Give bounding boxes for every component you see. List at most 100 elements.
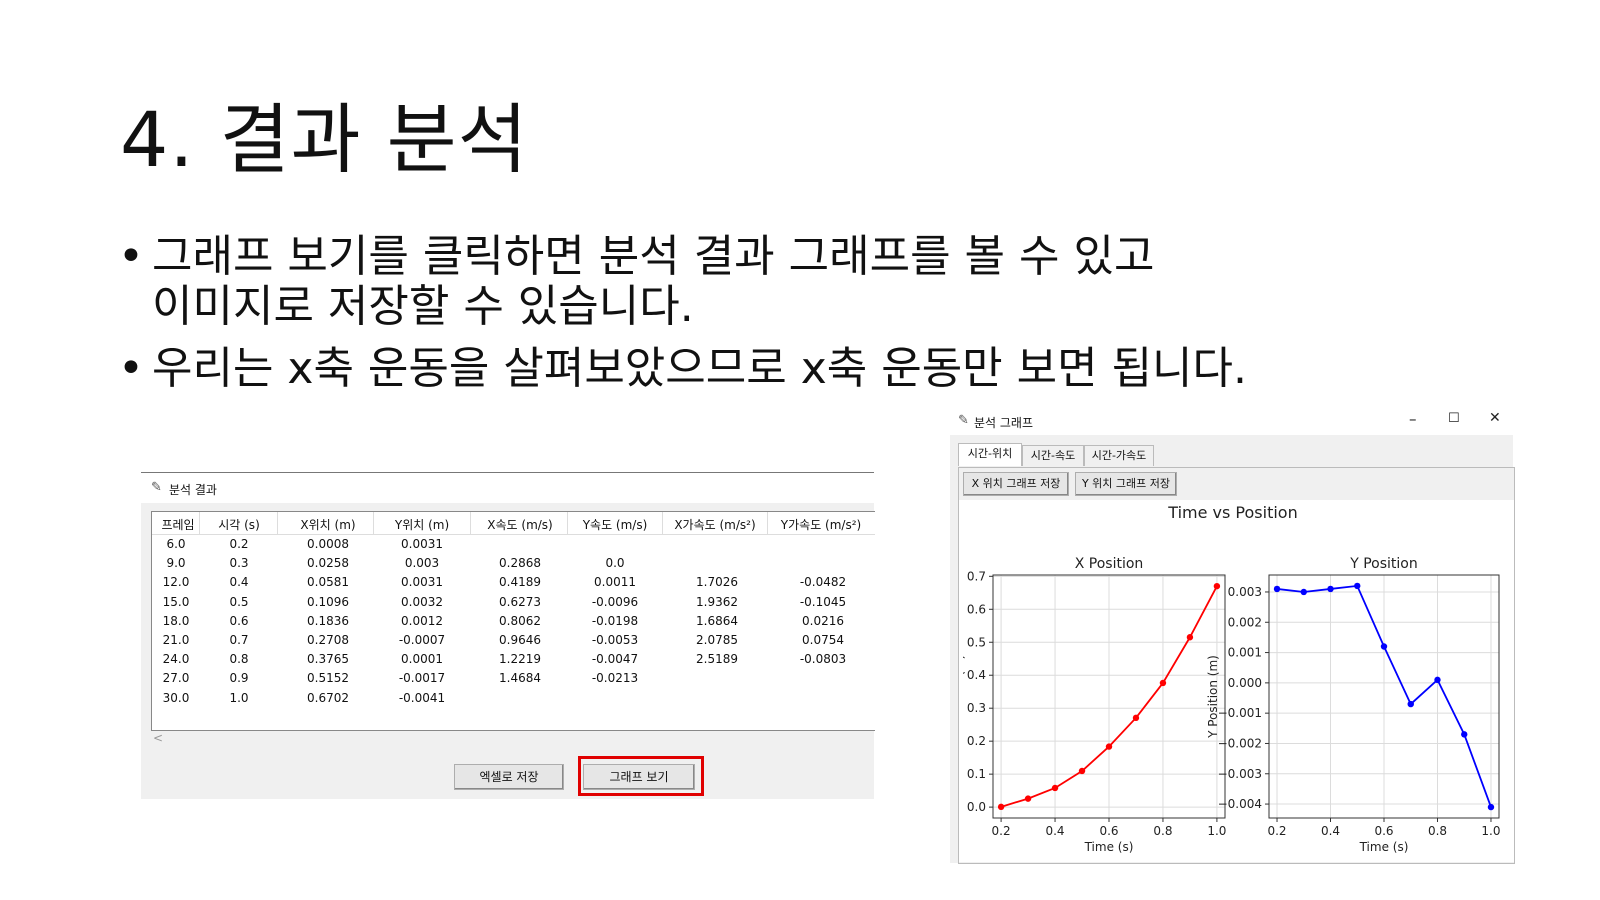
scroll-left-icon[interactable]: < — [153, 731, 163, 745]
bullet-line: 그래프 보기를 클릭하면 분석 결과 그래프를 볼 수 있고 — [152, 231, 1155, 282]
data-point — [997, 803, 1005, 811]
table-cell: 2.0785 — [696, 633, 738, 647]
column-header[interactable]: Y위치 (m) — [374, 516, 470, 533]
data-point — [1132, 714, 1140, 722]
feather-icon: ✎ — [958, 413, 969, 428]
table-cell: 0.5 — [229, 594, 249, 609]
table-row[interactable]: 6.0 0.2 0.0008 0.0031 — [152, 537, 875, 556]
save-x-graph-button[interactable]: X 위치 그래프 저장 — [963, 472, 1069, 496]
x-tick-label: 0.6 — [1374, 824, 1393, 838]
y-tick-label: −0.004 — [1218, 797, 1262, 811]
chart-title: Y Position — [1349, 556, 1418, 572]
data-point — [1380, 643, 1388, 650]
close-icon[interactable]: ✕ — [1489, 410, 1501, 426]
table-header: 프레임 시각 (s) X위치 (m) Y위치 (m) X속도 (m/s) Y속도 (m/s… — [152, 512, 875, 535]
column-header[interactable]: 시각 (s) — [191, 516, 287, 533]
table-row[interactable]: 12.0 0.4 0.0581 0.0031 0.4189 0.0011 1.7026 -0.… — [152, 575, 875, 594]
data-point — [1407, 700, 1414, 708]
table-row[interactable]: 27.0 0.9 0.5152 -0.0017 1.4684 -0.0213 — [152, 671, 875, 690]
column-header[interactable]: X가속도 (m/s²) — [667, 516, 763, 533]
x-tick-label: 0.4 — [1045, 824, 1064, 838]
x-tick-label: 1.0 — [1481, 824, 1500, 838]
x-axis-label: Time (s) — [1359, 840, 1409, 854]
column-header[interactable]: Y속도 (m/s) — [567, 516, 663, 533]
tab-time-acceleration[interactable]: 시간-가속도 — [1084, 445, 1154, 466]
table-cell: -0.0047 — [591, 652, 639, 667]
data-point — [1487, 803, 1495, 811]
table-cell: -0.0053 — [591, 633, 639, 647]
position-figure: Time vs Position 0.2 0.4 0.6 0.8 1.0 0.0 0.1 0.… — [952, 503, 1501, 854]
table-cell: -0.0096 — [591, 594, 639, 609]
table-cell: 0.0012 — [401, 613, 443, 628]
table-cell: -0.0198 — [591, 613, 639, 628]
table-cell: 0.0216 — [802, 613, 844, 628]
data-point — [1273, 585, 1281, 593]
save-excel-button[interactable]: 엑셀로 저장 — [454, 764, 564, 790]
table-cell: 0.2 — [229, 537, 249, 551]
y-tick-label: −0.002 — [1218, 736, 1262, 750]
table-cell: -0.0213 — [591, 671, 639, 686]
x-axis-label: Time (s) — [1084, 840, 1134, 854]
column-separator — [662, 512, 663, 534]
save-y-graph-button[interactable]: Y 위치 그래프 저장 — [1075, 472, 1177, 496]
maximize-icon[interactable]: ☐ — [1448, 411, 1460, 426]
table-cell: 0.9646 — [499, 633, 541, 647]
bullet-line: 우리는 x축 운동을 살펴보았으므로 x축 운동만 보면 됩니다. — [152, 343, 1248, 394]
table-cell: 0.8062 — [499, 613, 541, 628]
table-row[interactable]: 30.0 1.0 0.6702 -0.0041 — [152, 691, 875, 710]
data-point — [1186, 634, 1194, 641]
minimize-icon[interactable]: – — [1409, 410, 1417, 428]
table-cell: 0.0 — [605, 556, 625, 571]
table-cell: 0.8 — [229, 652, 249, 667]
table-cell: 1.7026 — [696, 575, 738, 590]
column-header[interactable]: Y가속도 (m/s²) — [773, 516, 869, 533]
table-cell: 0.0754 — [802, 633, 844, 647]
window-titlebar: ✎ 분석 그래프 – ☐ ✕ — [950, 405, 1513, 435]
table-cell: -0.0017 — [398, 671, 446, 686]
table-cell: 0.0581 — [307, 575, 349, 590]
data-point — [1354, 582, 1361, 590]
column-separator — [277, 512, 278, 534]
table-row[interactable]: 15.0 0.5 0.1096 0.0032 0.6273 -0.0096 1.9362 -0… — [152, 595, 875, 614]
x-tick-label: 0.2 — [992, 824, 1011, 838]
table-cell: 0.6 — [229, 613, 249, 628]
table-cell: 0.0001 — [401, 652, 443, 667]
table-cell: 0.1096 — [307, 594, 349, 609]
table-row[interactable]: 21.0 0.7 0.2708 -0.0007 0.9646 -0.0053 2.0785 0… — [152, 633, 875, 652]
table-row[interactable]: 24.0 0.8 0.3765 0.0001 1.2219 -0.0047 2.5189 -0… — [152, 652, 875, 671]
feather-icon: ✎ — [151, 480, 162, 495]
tab-time-position[interactable]: 시간-위치 — [958, 443, 1022, 466]
bullet-dot: • — [118, 343, 144, 394]
bullet-item: • 우리는 x축 운동을 살펴보았으므로 x축 운동만 보면 됩니다. — [118, 344, 1518, 394]
bullet-line: 이미지로 저장할 수 있습니다. — [152, 281, 694, 332]
data-point — [1078, 767, 1086, 775]
bullet-dot: • — [118, 231, 144, 282]
table-cell: 0.6702 — [307, 690, 349, 705]
table-cell: 0.4 — [229, 575, 249, 590]
y-tick-label: 0.5 — [967, 635, 986, 649]
x-tick-label: 0.6 — [1099, 824, 1118, 838]
y-axis-label: Y Position (m) — [1206, 655, 1220, 739]
y-tick-label: 0.003 — [1228, 585, 1262, 599]
table-cell: 0.0031 — [401, 537, 443, 551]
results-table[interactable]: 프레임 시각 (s) X위치 (m) Y위치 (m) X속도 (m/s) Y속도 (m/s… — [151, 511, 875, 731]
tab-panel: X 위치 그래프 저장 Y 위치 그래프 저장 Time vs Position… — [952, 467, 1515, 864]
column-separator — [767, 512, 768, 534]
y-tick-label: 0.4 — [967, 668, 986, 682]
bullet-list: • 그래프 보기를 클릭하면 분석 결과 그래프를 볼 수 있고 이미지로 저장… — [118, 232, 1518, 406]
table-cell: 0.9 — [229, 671, 249, 686]
y-tick-label: 0.7 — [967, 569, 986, 583]
table-cell: 1.6864 — [696, 613, 738, 628]
data-point — [1434, 676, 1441, 684]
table-row[interactable]: 18.0 0.6 0.1836 0.0012 0.8062 -0.0198 1.6864 0.… — [152, 614, 875, 633]
column-header[interactable]: X위치 (m) — [280, 516, 376, 533]
table-cell: 0.2868 — [499, 556, 541, 571]
column-header[interactable]: X속도 (m/s) — [472, 516, 568, 533]
table-cell: 0.0031 — [401, 575, 443, 590]
data-point — [1300, 588, 1307, 596]
slide-title: 4. 결과 분석 — [120, 95, 529, 184]
table-row[interactable]: 9.0 0.3 0.0258 0.003 0.2868 0.0 — [152, 556, 875, 575]
tab-time-velocity[interactable]: 시간-속도 — [1022, 445, 1084, 466]
table-cell: 0.7 — [229, 633, 249, 647]
highlight-box — [578, 756, 704, 796]
